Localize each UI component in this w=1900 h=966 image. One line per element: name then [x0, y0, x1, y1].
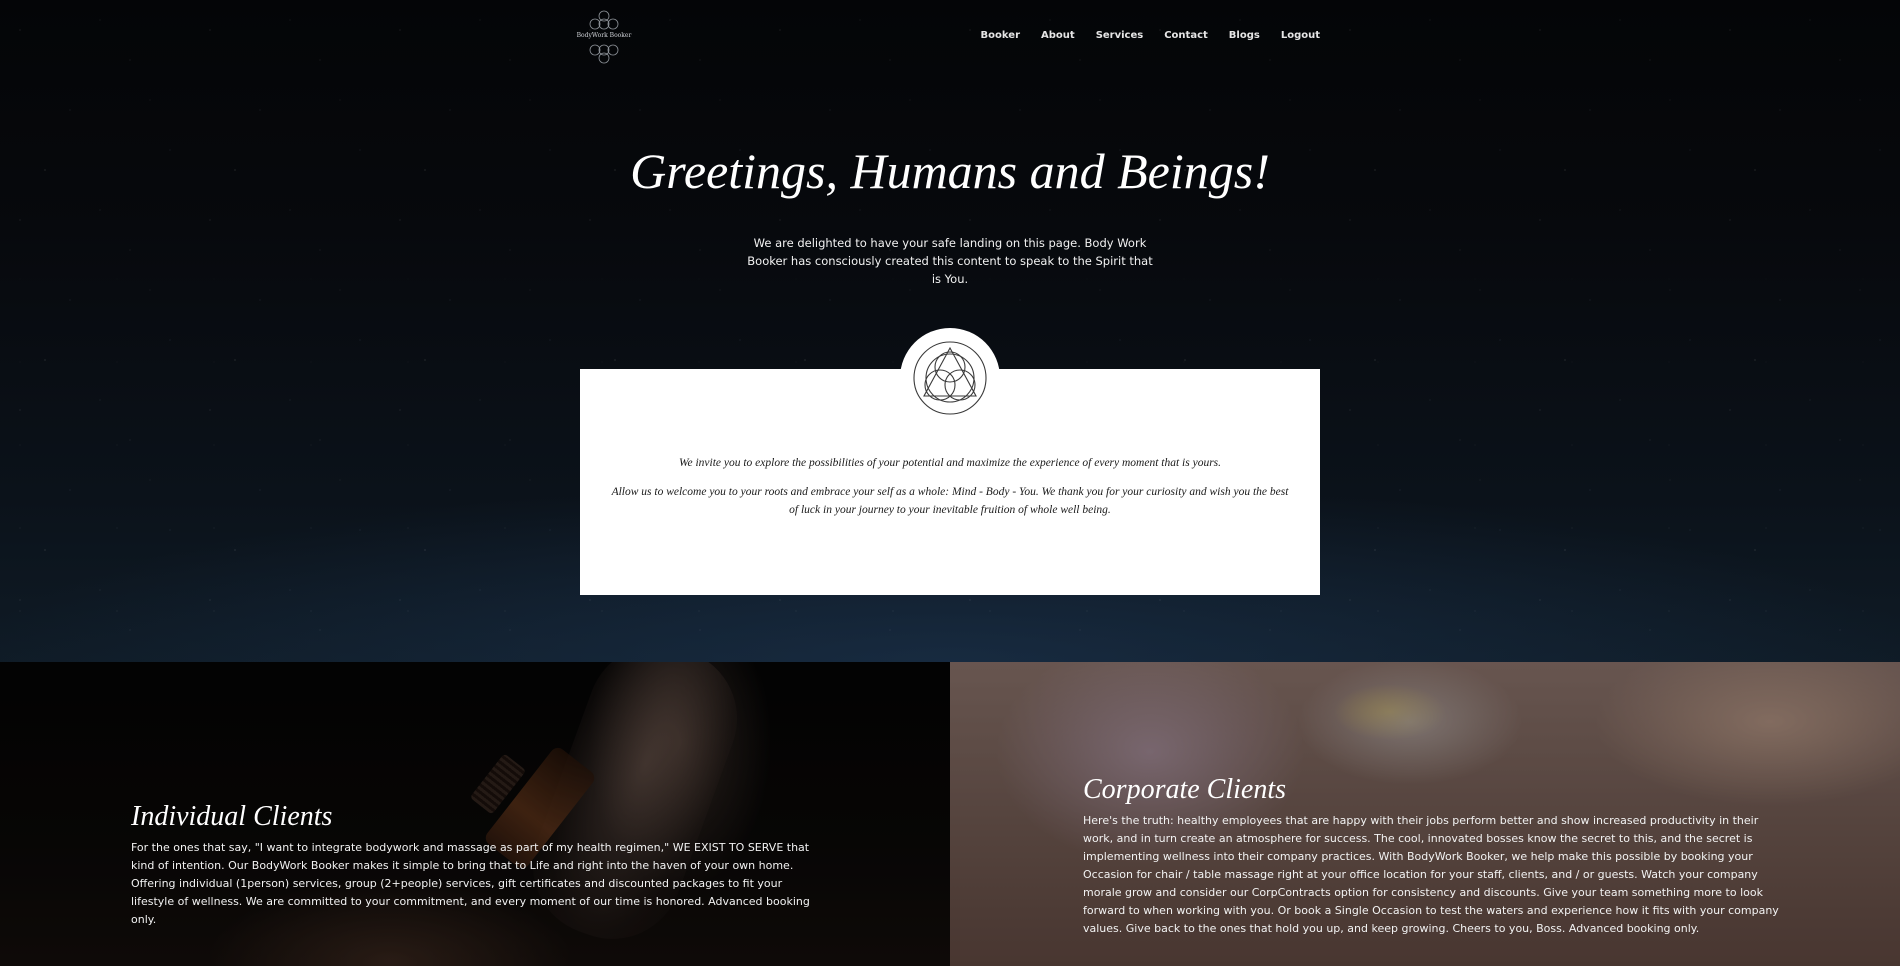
nav-link-blogs[interactable]: Blogs	[1229, 30, 1260, 41]
corporate-clients-body: Here's the truth: healthy employees that…	[1083, 814, 1779, 935]
nav-link-contact[interactable]: Contact	[1164, 30, 1208, 41]
welcome-card-text: We invite you to explore the possibiliti…	[610, 454, 1290, 530]
site-logo[interactable]: BodyWork Booker	[577, 10, 631, 64]
individual-clients-title: Individual Clients	[131, 801, 333, 832]
individual-clients-body: For the ones that say, "I want to integr…	[131, 841, 810, 926]
individual-clients-content: Individual Clients For the ones that say…	[131, 801, 821, 929]
logo-text: BodyWork Booker	[576, 32, 632, 39]
nav-link-services[interactable]: Services	[1096, 30, 1144, 41]
corporate-clients-title: Corporate Clients	[1083, 774, 1287, 805]
corporate-clients-panel: Corporate Clients Here's the truth: heal…	[950, 662, 1900, 966]
nav-link-booker[interactable]: Booker	[981, 30, 1020, 41]
card-emblem	[900, 328, 1000, 428]
nav-link-logout[interactable]: Logout	[1281, 30, 1320, 41]
welcome-paragraph-1: We invite you to explore the possibiliti…	[678, 457, 1222, 469]
main-nav: Booker About Services Contact Blogs Logo…	[981, 30, 1320, 41]
nav-link-about[interactable]: About	[1041, 30, 1075, 41]
corporate-clients-content: Corporate Clients Here's the truth: heal…	[1083, 774, 1783, 938]
hero-title: Greetings, Humans and Beings!	[630, 143, 1270, 199]
individual-clients-panel: Individual Clients For the ones that say…	[0, 662, 950, 966]
hero-subtitle: We are delighted to have your safe landi…	[747, 236, 1153, 286]
triquetra-circles-emblem-icon	[913, 341, 987, 415]
welcome-paragraph-2: Allow us to welcome you to your roots an…	[611, 486, 1289, 516]
